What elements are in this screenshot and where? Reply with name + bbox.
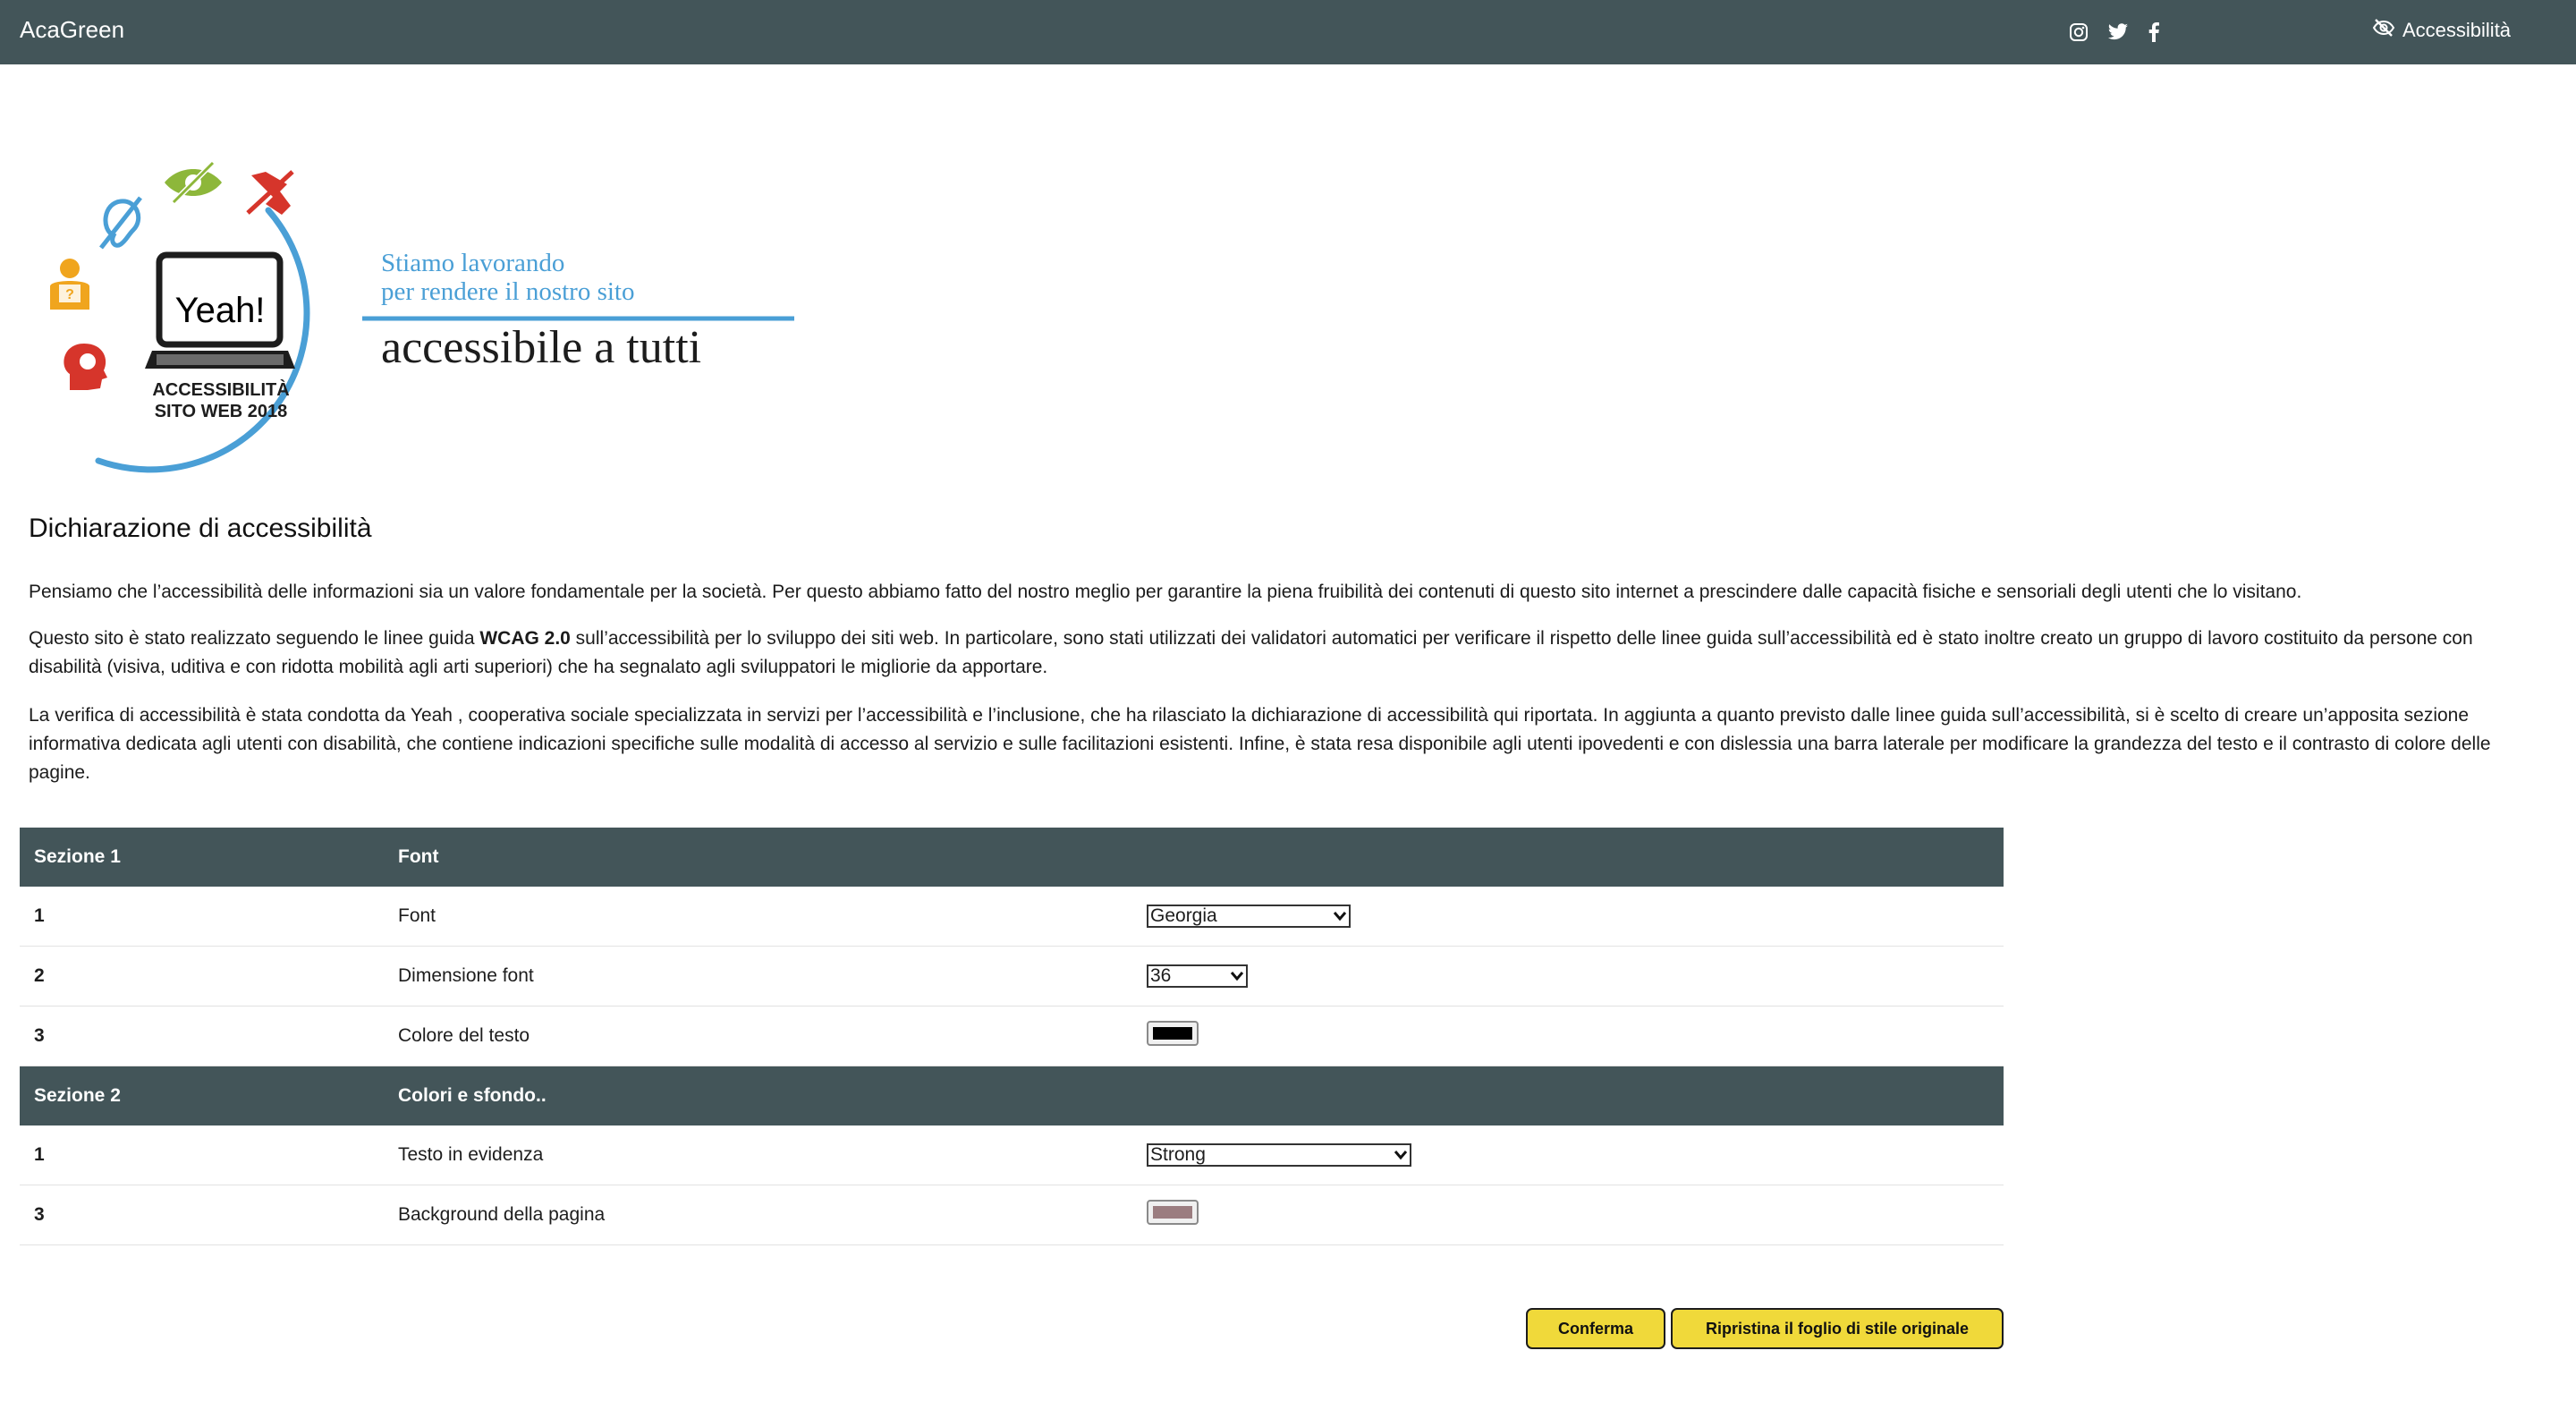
accessibility-link[interactable]: Accessibilità bbox=[2372, 18, 2511, 43]
section-header-1: Sezione 1 Font bbox=[20, 828, 2004, 887]
tagline-line1: Stiamo lavorando bbox=[381, 249, 564, 277]
font-size-select[interactable]: 36 bbox=[1147, 964, 1248, 988]
accessibility-label: Accessibilità bbox=[2402, 19, 2512, 41]
wcag-strong: WCAG 2.0 bbox=[479, 628, 571, 649]
badge-line2: SITO WEB 2018 bbox=[155, 402, 288, 421]
settings-table: Sezione 1 Font 1 Font Georgia 2 Dimensio… bbox=[20, 828, 2004, 1245]
emphasis-select[interactable]: Strong bbox=[1147, 1143, 1411, 1167]
paragraph-verification: La verifica di accessibilità è stata con… bbox=[29, 705, 2491, 783]
chevron-down-icon bbox=[1230, 965, 1244, 987]
table-row: 2 Dimensione font 36 bbox=[20, 946, 2004, 1007]
chevron-down-icon bbox=[1333, 905, 1347, 927]
svg-text:Yeah!: Yeah! bbox=[175, 291, 266, 330]
font-select[interactable]: Georgia bbox=[1147, 905, 1351, 928]
table-row: 3 Colore del testo bbox=[20, 1006, 2004, 1066]
facebook-icon[interactable] bbox=[2141, 20, 2166, 45]
background-color-picker[interactable] bbox=[1147, 1200, 1199, 1225]
paragraph-intro: Pensiamo che l’accessibilità delle infor… bbox=[29, 582, 2302, 602]
tagline-line2: per rendere il nostro sito bbox=[381, 277, 634, 306]
table-row: 1 Font Georgia bbox=[20, 887, 2004, 947]
section-header-2: Sezione 2 Colori e sfondo.. bbox=[20, 1066, 2004, 1125]
eye-icon bbox=[165, 160, 222, 205]
eye-slash-icon bbox=[2372, 18, 2395, 43]
headline: accessibile a tutti bbox=[381, 322, 701, 373]
head-icon bbox=[64, 344, 107, 390]
laptop-icon: Yeah! bbox=[145, 251, 295, 369]
reset-stylesheet-button[interactable]: Ripristina il foglio di stile originale bbox=[1671, 1308, 2004, 1349]
paragraph-wcag: Questo sito è stato realizzato seguendo … bbox=[29, 628, 2473, 677]
brand-logo[interactable]: AcaGreen bbox=[20, 16, 124, 44]
text-color-picker[interactable] bbox=[1147, 1021, 1199, 1046]
instagram-icon[interactable] bbox=[2066, 20, 2091, 45]
confirm-button[interactable]: Conferma bbox=[1526, 1308, 1665, 1349]
accessibility-banner: ? Yeah! ACCESSIBILITÀ SITO WEB 2018 Stia… bbox=[27, 143, 814, 492]
badge-line1: ACCESSIBILITÀ bbox=[152, 379, 289, 400]
table-row: 3 Background della pagina bbox=[20, 1185, 2004, 1245]
top-navbar: AcaGreen Accessibilità bbox=[0, 0, 2576, 64]
chevron-down-icon bbox=[1394, 1144, 1408, 1166]
page-title: Dichiarazione di accessibilità bbox=[29, 514, 372, 543]
ear-icon bbox=[99, 196, 142, 250]
svg-text:?: ? bbox=[65, 287, 74, 302]
table-row: 1 Testo in evidenza Strong bbox=[20, 1125, 2004, 1185]
twitter-icon[interactable] bbox=[2106, 20, 2131, 45]
person-question-icon: ? bbox=[50, 259, 89, 310]
